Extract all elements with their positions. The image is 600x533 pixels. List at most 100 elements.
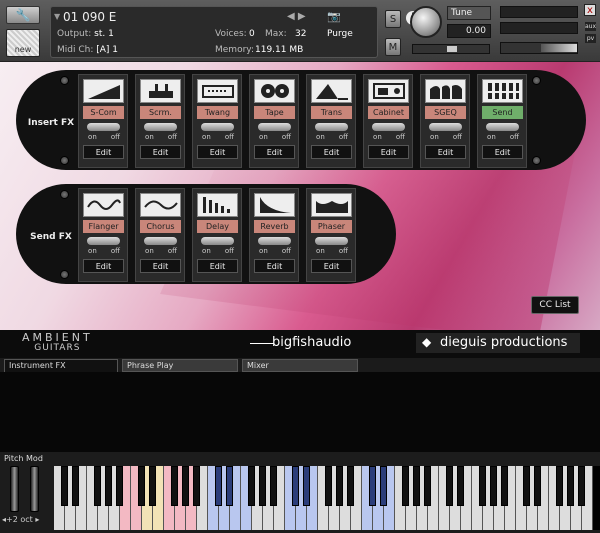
aux-button[interactable]: aux — [585, 22, 596, 31]
bypass-switch[interactable] — [315, 237, 348, 245]
black-key[interactable] — [94, 466, 101, 506]
collapse-triangle-icon[interactable]: ▼ — [54, 12, 60, 21]
wrench-icon[interactable]: 🔧 — [6, 6, 40, 24]
cc-list-button[interactable]: CC List — [531, 296, 579, 314]
bypass-switch[interactable] — [87, 237, 120, 245]
purge-menu[interactable]: Purge — [327, 29, 353, 39]
edit-button[interactable]: Edit — [197, 259, 238, 273]
send-icon[interactable] — [482, 79, 523, 103]
edit-button[interactable]: Edit — [83, 259, 124, 273]
midi-select[interactable]: [A] 1 — [96, 45, 118, 55]
black-key[interactable] — [116, 466, 123, 506]
edit-button[interactable]: Edit — [368, 145, 409, 159]
black-key[interactable] — [402, 466, 409, 506]
tab-phrase-play[interactable]: Phrase Play — [122, 359, 238, 372]
max-value[interactable]: 32 — [295, 29, 306, 39]
black-key[interactable] — [149, 466, 156, 506]
bypass-switch[interactable] — [201, 123, 234, 131]
edit-button[interactable]: Edit — [311, 259, 352, 273]
cabinet-icon[interactable] — [368, 79, 409, 103]
tab-instrument-fx[interactable]: Instrument FX — [4, 359, 118, 372]
bypass-switch[interactable] — [429, 123, 462, 131]
pv-button[interactable]: pv — [585, 34, 596, 43]
black-key[interactable] — [105, 466, 112, 506]
piano-keyboard[interactable] — [54, 466, 600, 530]
scrm-icon[interactable] — [140, 79, 181, 103]
black-key[interactable] — [270, 466, 277, 506]
black-key[interactable] — [259, 466, 266, 506]
chorus-icon[interactable] — [140, 193, 181, 217]
scom-icon[interactable] — [83, 79, 124, 103]
edit-button[interactable]: Edit — [482, 145, 523, 159]
bypass-switch[interactable] — [201, 237, 234, 245]
tab-mixer[interactable]: Mixer — [242, 359, 358, 372]
phaser-icon[interactable] — [311, 193, 352, 217]
mod-wheel[interactable] — [30, 466, 39, 512]
black-key[interactable] — [567, 466, 574, 506]
bypass-switch[interactable] — [486, 123, 519, 131]
output-select[interactable]: st. 1 — [94, 29, 114, 39]
black-key[interactable] — [303, 466, 310, 506]
black-key[interactable] — [226, 466, 233, 506]
black-key[interactable] — [490, 466, 497, 506]
black-key[interactable] — [171, 466, 178, 506]
bypass-switch[interactable] — [144, 237, 177, 245]
flanger-icon[interactable] — [83, 193, 124, 217]
pan-slider[interactable] — [412, 44, 490, 54]
tape-icon[interactable] — [254, 79, 295, 103]
black-key[interactable] — [72, 466, 79, 506]
edit-button[interactable]: Edit — [254, 145, 295, 159]
solo-button[interactable]: S — [385, 10, 401, 28]
bypass-switch[interactable] — [372, 123, 405, 131]
black-key[interactable] — [248, 466, 255, 506]
bypass-switch[interactable] — [87, 123, 120, 131]
black-key[interactable] — [413, 466, 420, 506]
black-key[interactable] — [182, 466, 189, 506]
octave-shift[interactable]: ◂+2 oct ▸ — [2, 515, 39, 524]
black-key[interactable] — [325, 466, 332, 506]
edit-button[interactable]: Edit — [140, 259, 181, 273]
black-key[interactable] — [61, 466, 68, 506]
black-key[interactable] — [501, 466, 508, 506]
close-button[interactable]: x — [584, 4, 596, 16]
edit-button[interactable]: Edit — [197, 145, 238, 159]
black-key[interactable] — [369, 466, 376, 506]
tune-knob[interactable] — [410, 6, 442, 38]
black-key[interactable] — [578, 466, 585, 506]
bypass-switch[interactable] — [315, 123, 348, 131]
edit-button[interactable]: Edit — [140, 145, 181, 159]
black-key[interactable] — [556, 466, 563, 506]
prev-next-arrows-icon[interactable]: ◀ ▶ — [287, 11, 306, 22]
black-key[interactable] — [523, 466, 530, 506]
trans-icon[interactable] — [311, 79, 352, 103]
black-key[interactable] — [215, 466, 222, 506]
black-key[interactable] — [292, 466, 299, 506]
black-key[interactable] — [347, 466, 354, 506]
camera-icon[interactable]: 📷 — [327, 10, 341, 23]
black-key[interactable] — [424, 466, 431, 506]
bypass-switch[interactable] — [258, 237, 291, 245]
delay-icon[interactable] — [197, 193, 238, 217]
edit-button[interactable]: Edit — [425, 145, 466, 159]
reverb-icon[interactable] — [254, 193, 295, 217]
new-button[interactable]: new — [6, 29, 40, 57]
pitch-wheel[interactable] — [10, 466, 19, 512]
black-key[interactable] — [380, 466, 387, 506]
black-key[interactable] — [193, 466, 200, 506]
tune-value[interactable]: 0.00 — [447, 24, 491, 38]
black-key[interactable] — [457, 466, 464, 506]
black-key[interactable] — [138, 466, 145, 506]
edit-button[interactable]: Edit — [83, 145, 124, 159]
volume-slider[interactable] — [500, 42, 578, 54]
mute-button[interactable]: M — [385, 38, 401, 56]
black-key[interactable] — [336, 466, 343, 506]
black-key[interactable] — [446, 466, 453, 506]
sgeq-icon[interactable] — [425, 79, 466, 103]
bypass-switch[interactable] — [144, 123, 177, 131]
edit-button[interactable]: Edit — [311, 145, 352, 159]
twang-icon[interactable] — [197, 79, 238, 103]
black-key[interactable] — [534, 466, 541, 506]
black-key[interactable] — [479, 466, 486, 506]
bypass-switch[interactable] — [258, 123, 291, 131]
instrument-name[interactable]: 01 090 E — [63, 10, 116, 24]
